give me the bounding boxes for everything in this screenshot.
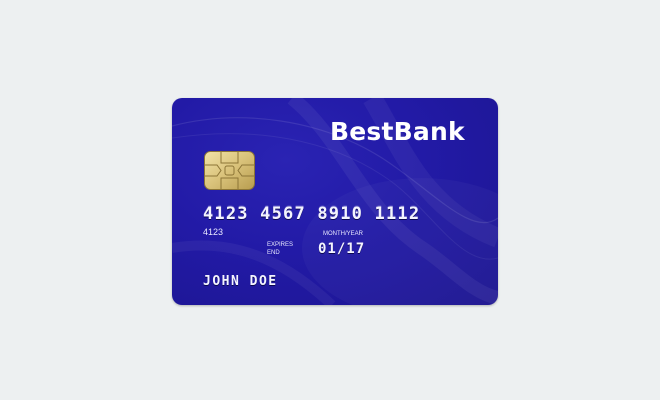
expiry-date: 01/17 [318,241,366,257]
month-year-label: MONTH/YEAR [323,231,364,237]
bank-logo: BestBank [330,117,465,146]
chip-icon [204,151,255,190]
page-stage: BestBank 4123 4567 8910 1112 4123 EXPIRE… [0,0,660,400]
card-number-short: 4123 [203,227,224,237]
card-number: 4123 4567 8910 1112 [203,204,421,224]
expires-end-label: EXPIRES END [267,241,293,257]
credit-card: BestBank 4123 4567 8910 1112 4123 EXPIRE… [172,98,498,305]
expires-label-line1: EXPIRES [267,242,294,248]
cardholder-name: JOHN DOE [203,274,278,289]
expires-label-line2: END [267,250,280,256]
